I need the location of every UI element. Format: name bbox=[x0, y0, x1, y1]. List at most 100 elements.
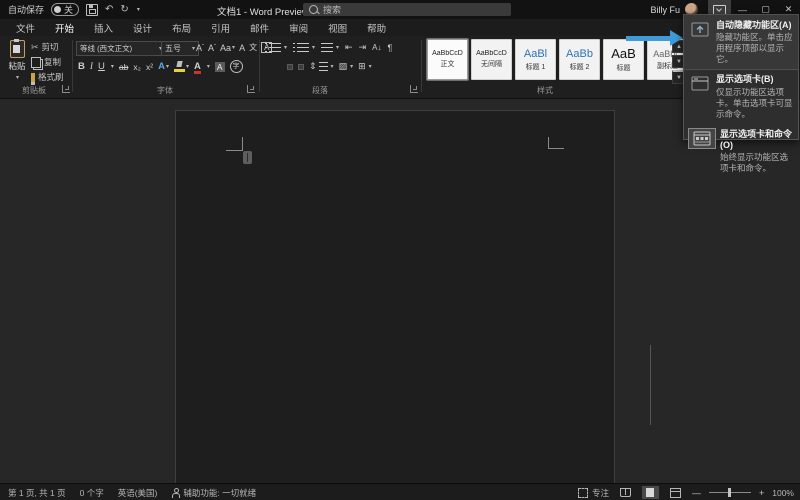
strikethrough-button[interactable]: ab bbox=[119, 62, 128, 72]
qat-customize-chevron-icon[interactable]: ▾ bbox=[137, 6, 140, 13]
accessibility-status[interactable]: 辅助功能: 一切就绪 bbox=[171, 487, 256, 499]
web-layout-icon bbox=[670, 488, 681, 498]
font-size-select[interactable]: 五号 ▾ bbox=[161, 41, 199, 56]
tab-insert[interactable]: 插入 bbox=[84, 19, 123, 37]
italic-button[interactable]: I bbox=[90, 62, 93, 72]
page-indicator[interactable]: 第 1 页, 共 1 页 bbox=[8, 487, 66, 499]
menu-item-title: 自动隐藏功能区(A) bbox=[716, 20, 794, 31]
align-left-button[interactable] bbox=[265, 64, 271, 70]
increase-indent-button[interactable]: ⇥ bbox=[359, 42, 367, 53]
borders-button[interactable]: ⊞▾ bbox=[358, 61, 372, 72]
zoom-out-button[interactable]: — bbox=[692, 488, 701, 498]
tab-mailings[interactable]: 邮件 bbox=[240, 19, 279, 37]
zoom-slider-thumb[interactable] bbox=[728, 488, 731, 497]
underline-button[interactable]: U bbox=[98, 61, 105, 72]
tab-review[interactable]: 审阅 bbox=[279, 19, 318, 37]
paste-dropdown-icon: ▾ bbox=[16, 74, 19, 81]
show-hide-marks-button[interactable]: ¶ bbox=[387, 43, 392, 53]
shading-button[interactable]: ▨▾ bbox=[339, 61, 354, 72]
underline-dropdown-icon[interactable]: ▾ bbox=[111, 63, 114, 70]
phonetic-guide-button[interactable]: 文 bbox=[249, 42, 257, 53]
shrink-font-button[interactable]: Aˇ bbox=[208, 43, 216, 53]
font-dialog-launcher-icon[interactable] bbox=[247, 85, 255, 93]
clipboard-dialog-launcher-icon[interactable] bbox=[62, 85, 70, 93]
line-spacing-button[interactable]: ⇕▾ bbox=[309, 61, 334, 72]
menu-item-show-tabs-and-commands[interactable]: 显示选项卡和命令(O) 始终显示功能区选项卡和命令。 bbox=[684, 124, 798, 179]
multilevel-list-button[interactable]: ▾ bbox=[321, 43, 339, 52]
cut-button[interactable]: ✂ 剪切 bbox=[31, 41, 64, 53]
paragraph-dialog-launcher-icon[interactable] bbox=[410, 85, 418, 93]
clipboard-group-label: 剪贴板 bbox=[10, 85, 58, 96]
print-layout-button[interactable] bbox=[642, 486, 659, 499]
decrease-indent-button[interactable]: ⇤ bbox=[345, 42, 353, 53]
grow-font-button[interactable]: Aˆ bbox=[196, 43, 204, 53]
bold-button[interactable]: B bbox=[78, 61, 85, 72]
clear-formatting-button[interactable]: A bbox=[239, 43, 245, 53]
show-tabs-icon bbox=[689, 74, 711, 119]
zoom-in-button[interactable]: + bbox=[759, 488, 764, 498]
tab-view[interactable]: 视图 bbox=[318, 19, 357, 37]
text-cursor[interactable] bbox=[243, 151, 252, 164]
tab-layout[interactable]: 布局 bbox=[162, 19, 201, 37]
save-icon[interactable] bbox=[86, 4, 98, 16]
tab-file[interactable]: 文件 bbox=[6, 19, 45, 37]
format-painter-icon bbox=[31, 73, 35, 82]
character-shading-button[interactable]: A bbox=[215, 62, 225, 72]
style-no-spacing[interactable]: AaBbCcD 无间隔 bbox=[471, 39, 512, 80]
quick-access-toolbar: 自动保存 关 ↶ ↻ ▾ bbox=[0, 3, 140, 16]
tab-design[interactable]: 设计 bbox=[123, 19, 162, 37]
bullets-button[interactable]: ▾ bbox=[265, 43, 287, 52]
menu-item-show-tabs[interactable]: 显示选项卡(B) 仅显示功能区选项卡。单击选项卡可显示命令。 bbox=[684, 69, 798, 123]
autosave-toggle[interactable]: 关 bbox=[51, 3, 79, 16]
align-center-button[interactable] bbox=[276, 64, 282, 70]
justify-button[interactable] bbox=[298, 64, 304, 70]
subscript-button[interactable]: x₂ bbox=[133, 62, 141, 72]
autosave-state: 关 bbox=[64, 3, 73, 16]
style-normal[interactable]: AaBbCcD 正文 bbox=[427, 39, 468, 80]
scissors-icon: ✂ bbox=[31, 42, 39, 53]
read-mode-button[interactable] bbox=[617, 486, 634, 499]
text-effects-button[interactable]: A▾ bbox=[158, 61, 169, 72]
search-placeholder: 搜索 bbox=[323, 3, 341, 16]
web-layout-button[interactable] bbox=[667, 486, 684, 499]
paste-button[interactable]: 粘贴 ▾ bbox=[5, 40, 29, 82]
group-separator bbox=[72, 40, 73, 92]
margin-crop-mark-top-left bbox=[242, 137, 243, 151]
style-heading2[interactable]: AaBb 标题 2 bbox=[559, 39, 600, 80]
highlight-color-button[interactable]: ▾ bbox=[174, 61, 189, 72]
copy-button[interactable]: 复制 bbox=[31, 56, 64, 68]
focus-mode-button[interactable]: 专注 bbox=[578, 487, 609, 499]
enclose-characters-button[interactable]: 字 bbox=[230, 60, 243, 73]
numbering-button[interactable]: ▾ bbox=[293, 43, 315, 52]
zoom-level[interactable]: 100% bbox=[772, 488, 794, 498]
font-group-label: 字体 bbox=[150, 85, 180, 96]
focus-label: 专注 bbox=[592, 487, 609, 499]
font-color-button[interactable]: A bbox=[194, 61, 201, 72]
ribbon-display-options-menu: 自动隐藏功能区(A) 隐藏功能区。单击应用程序顶部以显示它。 显示选项卡(B) … bbox=[683, 14, 799, 140]
word-count[interactable]: 0 个字 bbox=[80, 487, 104, 499]
status-bar: 第 1 页, 共 1 页 0 个字 英语(美国) 辅助功能: 一切就绪 专注 —… bbox=[0, 483, 800, 500]
language-indicator[interactable]: 英语(美国) bbox=[118, 487, 158, 499]
style-heading1[interactable]: AaBl 标题 1 bbox=[515, 39, 556, 80]
search-box[interactable]: 搜索 bbox=[303, 3, 511, 16]
superscript-button[interactable]: x² bbox=[146, 62, 153, 72]
paragraph-row-2: ⇕▾ ▨▾ ⊞▾ bbox=[265, 59, 372, 74]
zoom-slider[interactable] bbox=[709, 492, 751, 493]
sort-button[interactable]: A↓ bbox=[372, 43, 381, 52]
tab-help[interactable]: 帮助 bbox=[357, 19, 396, 37]
redo-button[interactable]: ↻ bbox=[120, 5, 128, 15]
font-name-select[interactable]: 等线 (西文正文) ▾ bbox=[76, 41, 166, 56]
format-painter-button[interactable]: 格式刷 bbox=[31, 71, 64, 83]
search-icon bbox=[309, 5, 318, 14]
scrollbar-thumb[interactable] bbox=[650, 345, 651, 425]
document-page[interactable] bbox=[175, 110, 615, 483]
tab-home[interactable]: 开始 bbox=[45, 19, 84, 37]
tab-references[interactable]: 引用 bbox=[201, 19, 240, 37]
align-right-button[interactable] bbox=[287, 64, 293, 70]
focus-icon bbox=[578, 488, 588, 498]
menu-item-auto-hide-ribbon[interactable]: 自动隐藏功能区(A) 隐藏功能区。单击应用程序顶部以显示它。 bbox=[684, 15, 798, 69]
change-case-button[interactable]: Aa▾ bbox=[220, 43, 235, 53]
menu-item-desc: 始终显示功能区选项卡和命令。 bbox=[720, 152, 794, 174]
font-color-dropdown-icon[interactable]: ▾ bbox=[207, 63, 210, 70]
undo-button[interactable]: ↶ bbox=[105, 5, 113, 15]
